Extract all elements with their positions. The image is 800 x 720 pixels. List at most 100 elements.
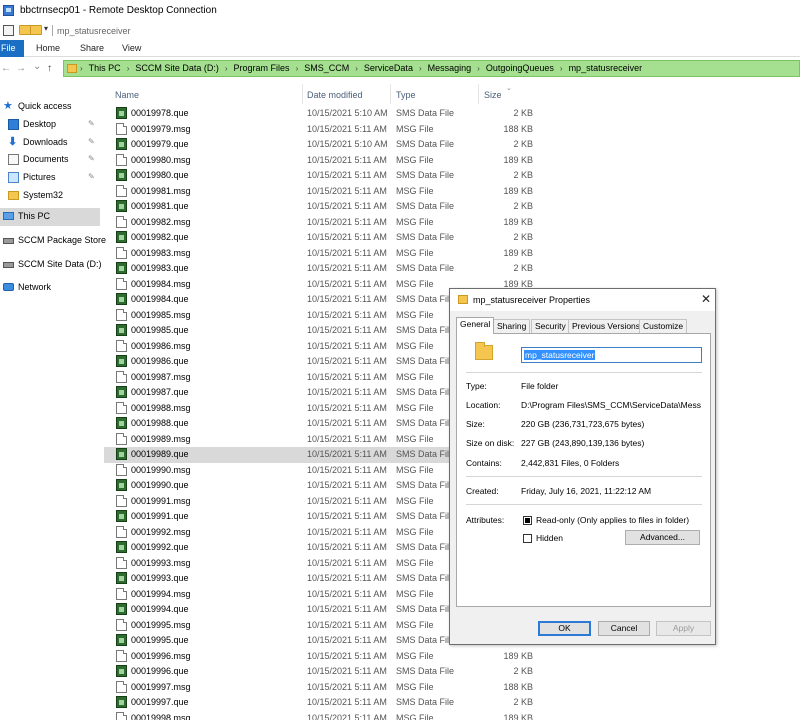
address-bar[interactable]: › This PC › SCCM Site Data (D:) › Program Fil… xyxy=(63,60,800,77)
file-type: SMS Data File xyxy=(396,263,455,273)
column-size[interactable]: Size xyxy=(484,90,502,100)
sidebar-item-desktop[interactable]: Desktop ✎ xyxy=(0,116,100,134)
breadcrumb-item[interactable]: Program Files xyxy=(234,63,290,73)
sidebar-item-documents[interactable]: Documents ✎ xyxy=(0,151,100,169)
table-row[interactable]: 00019997.msg 10/15/2021 5:11 AM MSG File 18… xyxy=(104,680,539,696)
table-row[interactable]: 00019980.msg 10/15/2021 5:11 AM MSG File 18… xyxy=(104,153,539,169)
table-row[interactable]: 00019998.msg 10/15/2021 5:11 AM MSG File 18… xyxy=(104,711,539,720)
breadcrumb-separator-icon[interactable]: › xyxy=(80,64,83,73)
sidebar-item-quick-access[interactable]: ★ Quick access xyxy=(0,98,100,116)
dialog-titlebar[interactable]: mp_statusreceiver Properties ✕ xyxy=(450,289,715,311)
table-row[interactable]: 00019982.que 10/15/2021 5:11 AM SMS Data F… xyxy=(104,230,539,246)
tab-view[interactable]: View xyxy=(122,43,141,53)
msg-file-icon xyxy=(116,184,127,197)
breadcrumb-separator-icon[interactable]: › xyxy=(225,64,228,73)
tab-security[interactable]: Security xyxy=(531,319,570,333)
file-type: SMS Data File xyxy=(396,170,455,180)
sidebar-item-system32[interactable]: System32 xyxy=(0,187,100,205)
breadcrumb-item[interactable]: This PC xyxy=(89,63,121,73)
hidden-checkbox[interactable] xyxy=(523,534,532,543)
tab-file[interactable]: File xyxy=(0,40,24,57)
column-divider[interactable] xyxy=(302,84,303,104)
file-date-modified: 10/15/2021 5:11 AM xyxy=(307,170,387,180)
pictures-icon xyxy=(8,172,19,183)
table-row[interactable]: 00019983.que 10/15/2021 5:11 AM SMS Data F… xyxy=(104,261,539,277)
column-date-modified[interactable]: Date modified xyxy=(307,90,363,100)
table-row[interactable]: 00019983.msg 10/15/2021 5:11 AM MSG File 18… xyxy=(104,246,539,262)
file-size: 2 KB xyxy=(513,666,533,676)
table-row[interactable]: 00019981.que 10/15/2021 5:11 AM SMS Data F… xyxy=(104,199,539,215)
table-row[interactable]: 00019978.que 10/15/2021 5:10 AM SMS Data F… xyxy=(104,106,539,122)
breadcrumb-separator-icon[interactable]: › xyxy=(419,64,422,73)
file-date-modified: 10/15/2021 5:11 AM xyxy=(307,154,387,165)
new-folder-icon[interactable] xyxy=(30,25,42,35)
table-row[interactable]: 00019979.que 10/15/2021 5:10 AM SMS Data F… xyxy=(104,137,539,153)
cancel-button[interactable]: Cancel xyxy=(598,621,650,636)
sms-data-file-icon xyxy=(116,386,127,398)
msg-file-icon xyxy=(116,587,127,600)
tab-share[interactable]: Share xyxy=(80,43,104,53)
breadcrumb-item[interactable]: mp_statusreceiver xyxy=(569,63,643,73)
customize-toolbar-icon[interactable]: ▾ xyxy=(44,24,48,33)
breadcrumb-item[interactable]: OutgoingQueues xyxy=(486,63,554,73)
tab-general[interactable]: General xyxy=(456,317,495,334)
column-divider[interactable] xyxy=(478,84,479,104)
column-name[interactable]: Name xyxy=(115,90,139,100)
file-name: 00019979.que xyxy=(131,139,189,149)
sidebar-item-downloads[interactable]: ⬇ Downloads ✎ xyxy=(0,134,100,152)
table-row[interactable]: 00019981.msg 10/15/2021 5:11 AM MSG File 18… xyxy=(104,184,539,200)
file-type: SMS Data File xyxy=(396,108,455,118)
sidebar-item-label: Quick access xyxy=(18,101,72,111)
advanced-button[interactable]: Advanced... xyxy=(625,530,700,545)
breadcrumb-item[interactable]: ServiceData xyxy=(364,63,413,73)
file-type: MSG File xyxy=(396,588,434,599)
table-row[interactable]: 00019996.msg 10/15/2021 5:11 AM MSG File 18… xyxy=(104,649,539,665)
file-name: 00019996.que xyxy=(131,666,189,676)
column-divider[interactable] xyxy=(390,84,391,104)
forward-arrow-icon[interactable]: → xyxy=(16,63,26,74)
breadcrumb-separator-icon[interactable]: › xyxy=(477,64,480,73)
breadcrumb-item[interactable]: SCCM Site Data (D:) xyxy=(135,63,219,73)
file-type: MSG File xyxy=(396,681,434,692)
breadcrumb-separator-icon[interactable]: › xyxy=(355,64,358,73)
table-row[interactable]: 00019996.que 10/15/2021 5:11 AM SMS Data F… xyxy=(104,664,539,680)
breadcrumb-item[interactable]: Messaging xyxy=(428,63,472,73)
sidebar-item-sccm-package-store[interactable]: SCCM Package Store xyxy=(0,232,106,250)
breadcrumb-separator-icon[interactable]: › xyxy=(296,64,299,73)
sidebar-item-sccm-site-data-d[interactable]: SCCM Site Data (D:) xyxy=(0,256,102,274)
ok-button[interactable]: OK xyxy=(538,621,591,636)
table-row[interactable]: 00019982.msg 10/15/2021 5:11 AM MSG File 18… xyxy=(104,215,539,231)
column-type[interactable]: Type xyxy=(396,90,416,100)
tab-previous-versions[interactable]: Previous Versions xyxy=(568,319,645,333)
sidebar-item-pictures[interactable]: Pictures ✎ xyxy=(0,169,100,187)
msg-file-icon xyxy=(116,680,127,693)
sidebar-item-network[interactable]: Network xyxy=(0,279,100,297)
table-row[interactable]: 00019997.que 10/15/2021 5:11 AM SMS Data F… xyxy=(104,695,539,711)
breadcrumb-separator-icon[interactable]: › xyxy=(560,64,563,73)
breadcrumb-item[interactable]: SMS_CCM xyxy=(304,63,349,73)
file-name: 00019984.msg xyxy=(131,278,191,289)
folder-name-input[interactable]: mp_statusreceiver xyxy=(521,347,702,363)
table-row[interactable]: 00019979.msg 10/15/2021 5:11 AM MSG File 18… xyxy=(104,122,539,138)
file-type: MSG File xyxy=(396,526,434,537)
table-row[interactable]: 00019980.que 10/15/2021 5:11 AM SMS Data F… xyxy=(104,168,539,184)
sidebar-item-this-pc[interactable]: This PC xyxy=(0,208,100,226)
tab-sharing[interactable]: Sharing xyxy=(493,319,531,333)
tab-customize[interactable]: Customize xyxy=(639,319,688,333)
close-icon[interactable]: ✕ xyxy=(699,292,713,306)
folder-icon xyxy=(475,342,493,360)
properties-dialog: mp_statusreceiver Properties ✕ General S… xyxy=(449,288,716,645)
ribbon-tabs: File Home Share View xyxy=(0,40,800,57)
back-arrow-icon[interactable]: ← xyxy=(1,63,11,74)
breadcrumb-separator-icon[interactable]: › xyxy=(127,64,130,73)
readonly-checkbox[interactable] xyxy=(523,516,532,525)
system-menu-icon[interactable] xyxy=(3,25,14,36)
recent-locations-icon[interactable]: ⌄ xyxy=(33,61,41,72)
file-name: 00019990.msg xyxy=(131,464,191,475)
address-folder-icon xyxy=(67,64,77,73)
size-value: 220 GB (236,731,723,675 bytes) xyxy=(521,419,645,429)
up-arrow-icon[interactable]: ↑ xyxy=(47,63,52,74)
tab-home[interactable]: Home xyxy=(36,43,60,53)
apply-button[interactable]: Apply xyxy=(656,621,711,636)
file-type: MSG File xyxy=(396,557,434,568)
